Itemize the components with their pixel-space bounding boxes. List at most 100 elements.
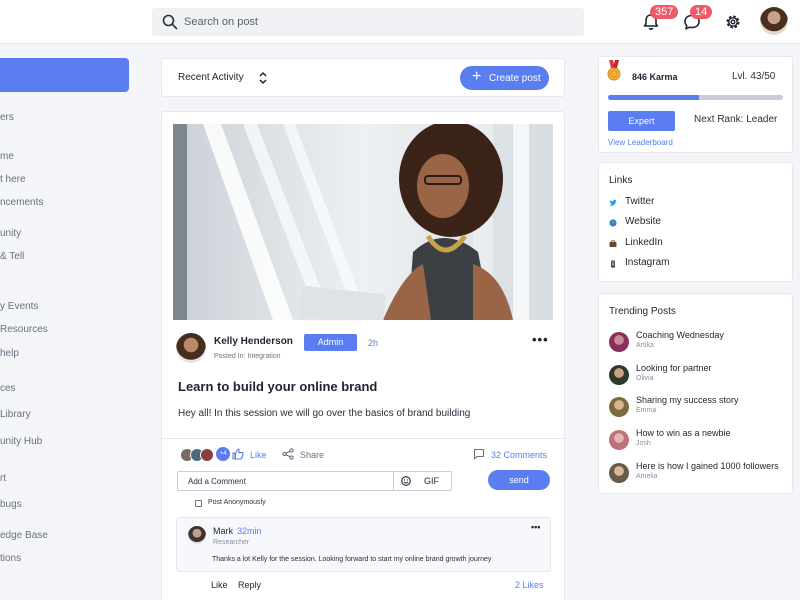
user-avatar[interactable]	[760, 7, 788, 35]
trending-card: Trending Posts Coaching Wednesday Artika…	[598, 293, 793, 494]
trending-post-title[interactable]: Sharing my success story	[636, 395, 739, 405]
sidebar-item-announcements[interactable]: ncements	[0, 197, 43, 208]
trending-item[interactable]: Coaching Wednesday Artika	[609, 330, 789, 354]
comment-time: 32min	[237, 526, 262, 536]
karma-progress-bar	[608, 95, 783, 100]
posted-in: Posted In: Integration	[214, 353, 281, 360]
commenter-role: Researcher	[213, 539, 250, 546]
create-post-label: Create post	[489, 73, 541, 84]
post-divider	[162, 438, 564, 439]
linkedin-icon	[609, 240, 617, 247]
comment-reply-button[interactable]: Reply	[238, 580, 261, 590]
trending-avatar	[609, 430, 629, 450]
notifications-badge: 357	[650, 5, 679, 19]
medal-icon	[607, 60, 621, 81]
sidebar-item-questions[interactable]: tions	[0, 553, 21, 564]
trending-post-author: Emma	[636, 407, 657, 414]
karma-card: 846 Karma Lvl. 43/50 Expert Next Rank: L…	[598, 56, 793, 153]
like-label: Like	[250, 450, 267, 460]
sidebar-item-help[interactable]: help	[0, 348, 19, 359]
comment-card: Mark 32min Researcher ••• Thanks a lot K…	[176, 517, 551, 572]
post-time: 2h	[368, 338, 379, 348]
top-bar: 357 14	[0, 0, 800, 44]
sidebar-item-events[interactable]: y Events	[0, 301, 38, 312]
twitter-icon	[609, 199, 617, 206]
sidebar-item-members[interactable]: ers	[0, 112, 14, 123]
post-body: Hey all! In this session we will go over…	[178, 408, 471, 419]
rank-badge[interactable]: Expert	[608, 111, 675, 131]
sidebar-item-support[interactable]: rt	[0, 473, 6, 484]
reactor-avatar	[200, 448, 214, 462]
sidebar-item-bugs[interactable]: bugs	[0, 499, 22, 510]
sidebar-item-community-hub[interactable]: unity Hub	[0, 436, 42, 447]
sidebar-primary-button[interactable]	[0, 58, 129, 92]
link-label: Instagram	[625, 257, 670, 268]
post-more-button[interactable]: •••	[532, 332, 549, 347]
commenter-name[interactable]: Mark	[213, 526, 233, 536]
sidebar-item-resources[interactable]: Resources	[0, 324, 48, 335]
sort-label[interactable]: Recent Activity	[178, 72, 244, 83]
sidebar-item-community[interactable]: unity	[0, 228, 21, 239]
anonymous-checkbox[interactable]	[195, 500, 202, 507]
trending-title: Trending Posts	[609, 306, 676, 317]
post-card: Kelly Henderson Posted In: Integration A…	[161, 111, 565, 600]
link-label: Twitter	[625, 196, 655, 207]
trending-post-title[interactable]: Coaching Wednesday	[636, 330, 724, 340]
sidebar-item-knowledge-base[interactable]: edge Base	[0, 530, 48, 541]
trending-avatar	[609, 365, 629, 385]
trending-post-title[interactable]: How to win as a newbie	[636, 428, 731, 438]
comment-more-button[interactable]: •••	[531, 522, 540, 532]
comment-input[interactable]	[188, 475, 388, 488]
comment-box-divider	[393, 472, 394, 490]
sidebar-item-start-here[interactable]: t here	[0, 174, 26, 185]
author-name[interactable]: Kelly Henderson	[214, 336, 293, 347]
sidebar-item-welcome[interactable]: me	[0, 151, 14, 162]
leaderboard-link[interactable]: View Leaderboard	[608, 138, 673, 147]
left-sidebar: ers me t here ncements unity & Tell y Ev…	[0, 44, 140, 600]
search-bar[interactable]	[152, 8, 584, 36]
trending-item[interactable]: Looking for partner Olivia	[609, 363, 789, 387]
sort-chevrons-icon[interactable]	[258, 69, 268, 87]
trending-item[interactable]: Here is how I gained 1000 followers Amel…	[609, 461, 789, 485]
comment-box[interactable]: GIF	[177, 471, 452, 491]
search-input[interactable]	[184, 12, 564, 32]
gif-button[interactable]: GIF	[424, 476, 439, 486]
create-post-button[interactable]: + Create post	[460, 66, 549, 90]
plus-icon: +	[472, 68, 482, 85]
commenter-avatar[interactable]	[188, 526, 206, 544]
link-label: LinkedIn	[625, 237, 663, 248]
reactor-count: +4	[216, 447, 230, 461]
trending-post-author: Amelia	[636, 473, 658, 480]
link-label: Website	[625, 216, 661, 227]
author-avatar[interactable]	[176, 333, 206, 363]
comment-text: Thanks a lot Kelly for the session. Look…	[212, 556, 492, 563]
gear-icon[interactable]	[723, 12, 743, 32]
share-label: Share	[300, 450, 325, 460]
anonymous-label: Post Anonymously	[208, 499, 266, 506]
karma-progress-fill	[608, 95, 699, 100]
trending-item[interactable]: Sharing my success story Emma	[609, 395, 789, 419]
post-title: Learn to build your online brand	[178, 379, 378, 394]
comments-label: 32 Comments	[491, 450, 548, 460]
send-button[interactable]: send	[488, 470, 550, 490]
karma-points: 846 Karma	[632, 72, 678, 82]
trending-post-author: Josh	[636, 440, 651, 447]
comment-icon	[473, 448, 485, 460]
trending-item[interactable]: How to win as a newbie Josh	[609, 428, 789, 452]
emoji-icon[interactable]	[401, 476, 411, 486]
search-icon	[162, 14, 178, 30]
trending-avatar	[609, 463, 629, 483]
messages-badge: 14	[690, 5, 713, 19]
trending-post-title[interactable]: Here is how I gained 1000 followers	[636, 461, 779, 471]
comment-like-button[interactable]: Like	[211, 580, 228, 590]
trending-post-title[interactable]: Looking for partner	[636, 363, 712, 373]
sidebar-item-resources-2[interactable]: ces	[0, 383, 16, 394]
globe-icon	[609, 219, 617, 227]
activity-bar: Recent Activity + Create post	[161, 58, 565, 97]
sidebar-item-show-tell[interactable]: & Tell	[0, 251, 24, 262]
next-rank: Next Rank: Leader	[694, 114, 778, 125]
reactors-group[interactable]: +4	[180, 447, 230, 463]
comment-likes-count[interactable]: 2 Likes	[515, 580, 544, 590]
links-title: Links	[609, 175, 633, 186]
sidebar-item-library[interactable]: Library	[0, 409, 31, 420]
